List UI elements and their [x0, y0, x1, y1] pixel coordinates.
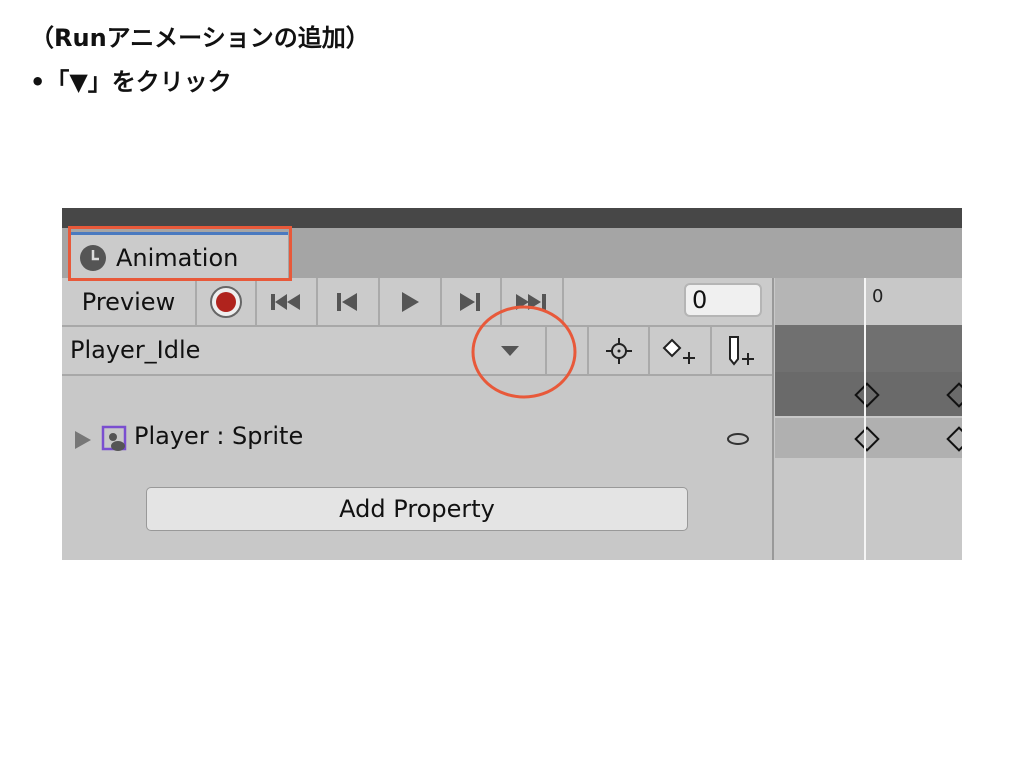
add-keyframe-button[interactable]	[650, 327, 710, 374]
first-keyframe-button[interactable]	[257, 278, 316, 325]
clip-name: Player_Idle	[70, 336, 201, 364]
slide-bullet: •「▼」をクリック	[30, 68, 232, 96]
skip-to-start-icon	[270, 293, 300, 310]
record-icon	[210, 285, 242, 318]
highlight-circle	[471, 305, 577, 399]
step-back-icon	[337, 292, 357, 311]
play-icon	[402, 291, 419, 312]
sample-button[interactable]	[589, 327, 648, 374]
frame-input[interactable]: 0	[684, 283, 762, 317]
sprite-renderer-icon	[101, 425, 127, 451]
add-keyframe-icon	[662, 338, 695, 364]
add-event-button[interactable]	[712, 327, 772, 374]
previous-keyframe-button[interactable]	[318, 278, 378, 325]
add-property-button[interactable]: Add Property	[146, 487, 688, 531]
timeline[interactable]: 0	[775, 278, 962, 560]
crosshair-icon	[605, 337, 632, 364]
expand-arrow-icon[interactable]	[74, 430, 92, 450]
title-bar	[62, 208, 962, 228]
highlight-rectangle	[68, 226, 292, 281]
preview-button[interactable]: Preview	[62, 278, 195, 325]
ruler-label: 0	[872, 286, 884, 307]
playhead[interactable]	[864, 278, 866, 560]
property-label: Player : Sprite	[134, 422, 304, 450]
record-button[interactable]	[197, 278, 255, 325]
add-event-icon	[729, 335, 754, 366]
curve-dot-icon[interactable]	[726, 432, 750, 446]
slide-heading: （Runアニメーションの追加）	[30, 24, 370, 52]
play-button[interactable]	[380, 278, 440, 325]
